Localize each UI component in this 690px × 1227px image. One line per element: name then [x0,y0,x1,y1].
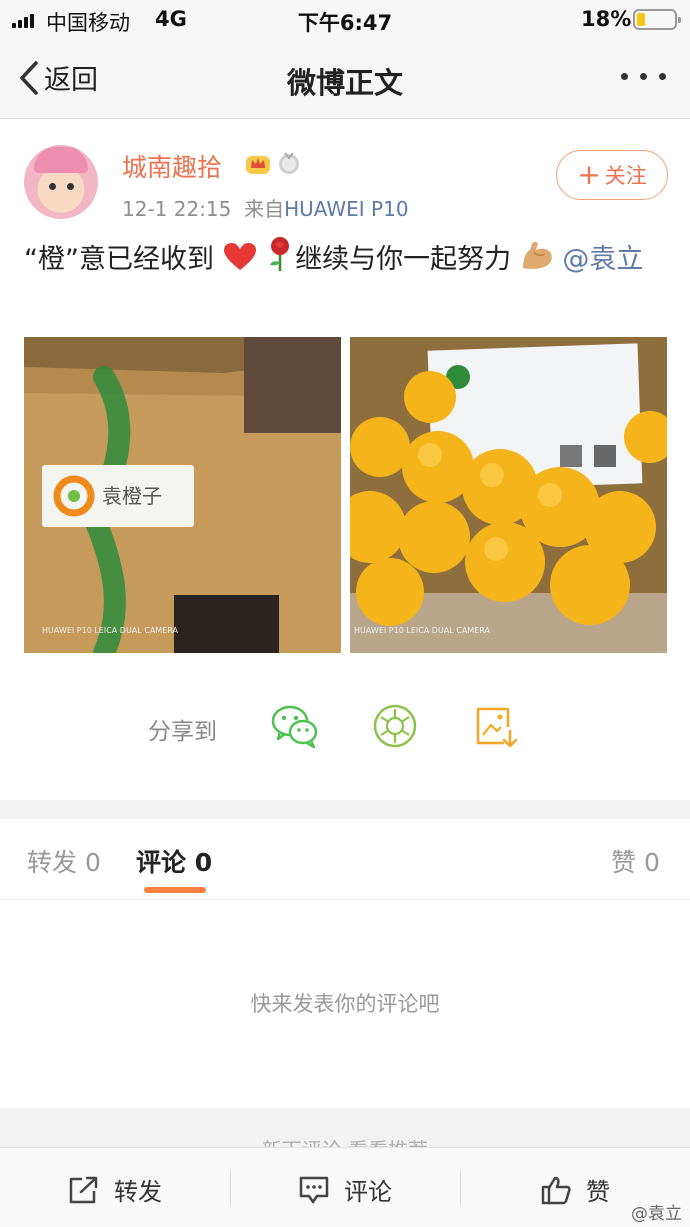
post-source-prefix: 来自 [244,197,285,221]
battery-percent: 18% [581,7,632,31]
empty-comment-prompt[interactable]: 快来发表你的评论吧 [0,988,690,1018]
section-divider [0,800,690,819]
comment-button[interactable]: 评论 [298,1172,392,1207]
more-hint-band: 新下评论 看看推荐 [0,1108,690,1148]
tab-comments[interactable]: 评论 0 [136,843,212,879]
post-image-package[interactable]: 袁橙子 HUAWEI P10 LEICA DUAL CAMERA [24,337,341,653]
post-timestamp: 12-1 22:15 [122,197,232,221]
like-button[interactable]: 赞 [540,1172,610,1207]
moments-icon[interactable] [372,703,418,749]
page-title: 微博正文 [286,66,403,100]
weibo-post-page: 中国移动 4G 下午6:47 18% 返回 微博正文 城南趣拾 12-1 22:… [0,0,690,1227]
post-text: “橙”意已经收到 继续与你一起努力 @袁立 [24,236,668,281]
repost-icon [69,1176,98,1203]
medal-icon[interactable] [276,150,302,176]
tab-repost[interactable]: 转发 0 [27,843,101,879]
more-hint-text: 新下评论 看看推荐 [0,1134,690,1148]
battery-icon [633,9,681,30]
thumbs-up-icon [541,1176,571,1204]
tab-likes[interactable]: 赞 0 [611,843,660,879]
like-label: 赞 [586,1178,610,1206]
plus-icon: + [577,158,601,191]
save-image-icon[interactable] [474,703,518,749]
active-tab-indicator [144,887,206,893]
heart-emoji-icon [223,243,256,270]
package-photo: 袁橙子 HUAWEI P10 LEICA DUAL CAMERA [24,337,341,653]
image1-watermark: HUAWEI P10 LEICA DUAL CAMERA [42,626,179,635]
comment-icon [299,1176,329,1203]
status-bar: 中国移动 4G 下午6:47 18% [0,0,690,40]
weibo-watermark: @袁立 [631,1204,682,1224]
more-button[interactable] [621,73,666,80]
repost-label: 转发 [114,1178,162,1206]
mention-link[interactable]: @袁立 [562,244,643,275]
repost-button[interactable]: 转发 [68,1172,162,1207]
bottom-toolbar: 转发 评论 赞 [0,1147,690,1227]
share-label: 分享到 [148,719,217,745]
comment-label: 评论 [344,1178,392,1206]
username[interactable]: 城南趣拾 [122,148,222,184]
package-label: 袁橙子 [102,484,162,508]
nav-bar: 返回 微博正文 [0,40,690,119]
post-meta: 12-1 22:15 来自HUAWEI P10 [122,193,409,222]
vip-crown-icon[interactable] [244,150,272,176]
post-image-oranges[interactable]: HUAWEI P10 LEICA DUAL CAMERA [350,337,667,653]
wechat-icon[interactable] [271,703,319,749]
more-dots-icon [621,73,628,80]
post-source-device[interactable]: HUAWEI P10 [284,197,408,221]
avatar[interactable] [24,145,98,219]
tabs-divider [0,899,690,900]
oranges-photo: HUAWEI P10 LEICA DUAL CAMERA [350,337,667,653]
rose-emoji-icon [270,237,290,271]
follow-button[interactable]: + 关注 [556,150,668,200]
follow-label: 关注 [604,164,647,188]
image2-watermark: HUAWEI P10 LEICA DUAL CAMERA [354,626,491,635]
muscle-emoji-icon [522,241,552,269]
